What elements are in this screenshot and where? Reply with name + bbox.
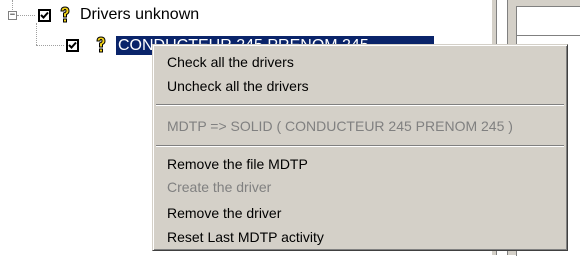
tree-connector: [12, 0, 13, 10]
tree-connector: [36, 23, 37, 45]
menu-item-remove-file-mdtp[interactable]: Remove the file MDTP: [167, 156, 308, 172]
root-checkbox[interactable]: [38, 9, 51, 22]
menu-item-mdtp-to-solid: MDTP => SOLID ( CONDUCTEUR 245 PRENOM 24…: [167, 118, 513, 134]
menu-item-uncheck-all[interactable]: Uncheck all the drivers: [167, 78, 309, 94]
tree-node-label[interactable]: Drivers unknown: [80, 6, 199, 24]
menu-item-remove-driver[interactable]: Remove the driver: [167, 205, 281, 221]
question-mark-icon: [96, 36, 106, 53]
menu-separator: [156, 145, 564, 147]
checkmark-icon: [68, 41, 77, 49]
context-menu: Check all the drivers Uncheck all the dr…: [152, 44, 568, 251]
checkmark-icon: [40, 11, 49, 19]
collapse-toggle[interactable]: −: [8, 11, 17, 20]
question-mark-icon: [60, 6, 70, 23]
tree-connector: [17, 15, 35, 16]
menu-separator: [156, 104, 564, 106]
tree-connector: [36, 45, 64, 46]
child-checkbox[interactable]: [66, 39, 79, 52]
menu-item-create-driver: Create the driver: [167, 179, 272, 195]
menu-item-reset-last-mdtp-activity[interactable]: Reset Last MDTP activity: [167, 229, 324, 245]
menu-item-check-all[interactable]: Check all the drivers: [167, 54, 294, 70]
